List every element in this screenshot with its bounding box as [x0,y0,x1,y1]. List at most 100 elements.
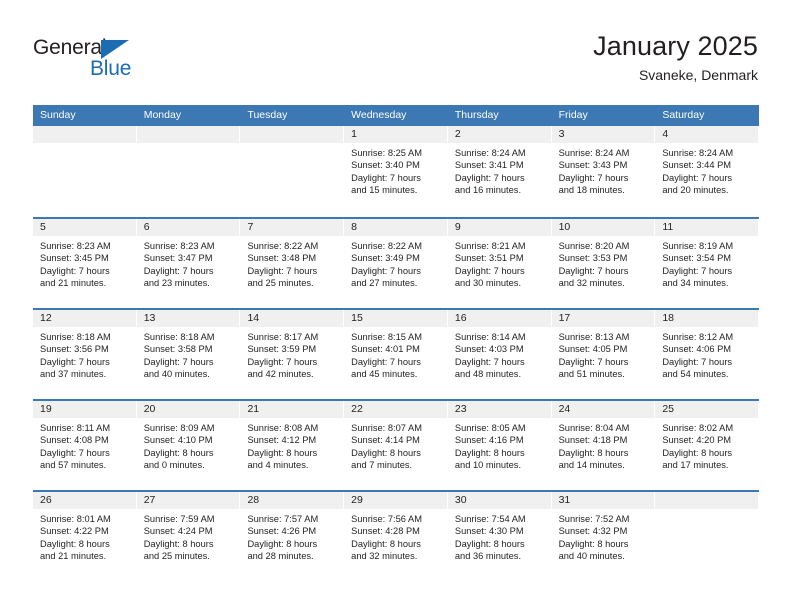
week-row: 26 Sunrise: 8:01 AM Sunset: 4:22 PM Dayligh… [33,490,760,581]
day-number: 5 [33,219,136,236]
daylight-text: Daylight: 8 hours [143,447,214,458]
week-row: 1 Sunrise: 8:25 AM Sunset: 3:40 PM Daylight… [33,126,760,217]
sunset-text: Sunset: 3:56 PM [40,344,109,355]
sunset-text: Sunset: 3:48 PM [247,253,317,264]
day-details: Sunrise: 8:04 AM Sunset: 4:18 PM Daylight:… [552,418,655,472]
sunrise-text: Sunrise: 8:25 AM [351,148,422,158]
day-cell[interactable]: 3 Sunrise: 8:24 AM Sunset: 3:43 PM Daylight… [551,126,656,217]
daylight-text: Daylight: 8 hours [351,447,421,458]
daylight-text: and 21 minutes. [40,551,107,562]
sunrise-text: Sunrise: 8:24 AM [454,148,526,158]
day-number: 30 [447,492,551,509]
day-details: Sunrise: 8:24 AM Sunset: 3:41 PM Daylight:… [448,143,551,197]
day-cell[interactable]: 20 Sunrise: 8:09 AM Sunset: 4:10 PM Dayligh… [136,401,241,490]
sunrise-text: Sunrise: 7:57 AM [247,514,319,524]
sunrise-text: Sunrise: 8:22 AM [247,241,319,251]
day-cell-empty [33,126,137,217]
daylight-text: and 25 minutes. [143,551,210,562]
daylight-text: Daylight: 8 hours [351,538,421,549]
day-cell[interactable]: 15 Sunrise: 8:15 AM Sunset: 4:01 PM Dayligh… [344,310,448,399]
sunrise-text: Sunrise: 8:15 AM [351,332,422,342]
day-number: 13 [136,310,240,327]
day-number [240,126,344,143]
sunrise-text: Sunrise: 8:24 AM [662,148,734,158]
sunrise-text: Sunrise: 8:13 AM [558,332,630,342]
day-cell[interactable]: 16 Sunrise: 8:14 AM Sunset: 4:03 PM Dayligh… [447,310,552,399]
day-cell[interactable]: 9 Sunrise: 8:21 AM Sunset: 3:51 PM Daylight… [447,219,552,308]
day-cell[interactable]: 30 Sunrise: 7:54 AM Sunset: 4:30 PM Dayligh… [447,492,552,581]
day-number: 4 [655,126,759,143]
day-details: Sunrise: 8:14 AM Sunset: 4:03 PM Daylight:… [448,327,551,381]
sunset-text: Sunset: 3:40 PM [351,160,420,171]
daylight-text: Daylight: 7 hours [662,356,733,367]
day-cell[interactable]: 10 Sunrise: 8:20 AM Sunset: 3:53 PM Dayligh… [551,219,656,308]
sunrise-text: Sunrise: 8:08 AM [247,423,319,433]
daylight-text: and 15 minutes. [351,185,418,196]
daylight-text: and 48 minutes. [454,369,522,380]
day-details: Sunrise: 8:22 AM Sunset: 3:48 PM Daylight:… [240,236,343,290]
day-details: Sunrise: 8:11 AM Sunset: 4:08 PM Daylight:… [33,418,136,472]
daylight-text: Daylight: 7 hours [662,265,733,276]
sunrise-text: Sunrise: 8:23 AM [40,241,111,251]
day-cell[interactable]: 7 Sunrise: 8:22 AM Sunset: 3:48 PM Daylight… [240,219,345,308]
sunrise-text: Sunrise: 7:59 AM [143,514,215,524]
general-blue-logo: General Blue [33,36,163,82]
day-cell[interactable]: 27 Sunrise: 7:59 AM Sunset: 4:24 PM Dayligh… [136,492,241,581]
day-cell[interactable]: 18 Sunrise: 8:12 AM Sunset: 4:06 PM Dayligh… [655,310,760,399]
day-cell[interactable]: 29 Sunrise: 7:56 AM Sunset: 4:28 PM Dayligh… [344,492,448,581]
day-cell[interactable]: 2 Sunrise: 8:24 AM Sunset: 3:41 PM Daylight… [447,126,552,217]
day-cell[interactable]: 28 Sunrise: 7:57 AM Sunset: 4:26 PM Dayligh… [240,492,345,581]
day-cell[interactable]: 5 Sunrise: 8:23 AM Sunset: 3:45 PM Daylight… [33,219,137,308]
day-cell[interactable]: 19 Sunrise: 8:11 AM Sunset: 4:08 PM Dayligh… [33,401,137,490]
daylight-text: Daylight: 7 hours [558,356,629,367]
day-cell[interactable]: 31 Sunrise: 7:52 AM Sunset: 4:32 PM Dayligh… [551,492,656,581]
daylight-text: and 10 minutes. [454,460,522,471]
day-cell[interactable]: 24 Sunrise: 8:04 AM Sunset: 4:18 PM Dayligh… [551,401,656,490]
day-cell[interactable]: 22 Sunrise: 8:07 AM Sunset: 4:14 PM Dayligh… [344,401,448,490]
day-details: Sunrise: 8:19 AM Sunset: 3:54 PM Daylight:… [655,236,758,290]
day-details: Sunrise: 8:20 AM Sunset: 3:53 PM Daylight:… [552,236,655,290]
sunset-text: Sunset: 4:03 PM [454,344,524,355]
week-row: 19 Sunrise: 8:11 AM Sunset: 4:08 PM Dayligh… [33,399,760,490]
day-details: Sunrise: 7:56 AM Sunset: 4:28 PM Daylight:… [344,509,447,563]
daylight-text: Daylight: 7 hours [40,265,110,276]
weekday-wednesday: Wednesday [351,109,407,121]
daylight-text: Daylight: 7 hours [40,356,110,367]
daylight-text: and 37 minutes. [40,369,107,380]
week-row: 5 Sunrise: 8:23 AM Sunset: 3:45 PM Daylight… [33,217,760,308]
sunset-text: Sunset: 4:28 PM [351,526,420,537]
weekday-saturday: Saturday [662,109,705,121]
daylight-text: Daylight: 7 hours [351,265,421,276]
day-details: Sunrise: 7:57 AM Sunset: 4:26 PM Daylight:… [240,509,343,563]
week-row: 12 Sunrise: 8:18 AM Sunset: 3:56 PM Dayligh… [33,308,760,399]
day-number: 3 [551,126,655,143]
day-cell[interactable]: 6 Sunrise: 8:23 AM Sunset: 3:47 PM Daylight… [136,219,241,308]
sunrise-text: Sunrise: 8:11 AM [40,423,111,433]
day-number: 22 [344,401,447,418]
day-cell[interactable]: 25 Sunrise: 8:02 AM Sunset: 4:20 PM Dayligh… [655,401,760,490]
day-number: 11 [655,219,759,236]
daylight-text: Daylight: 8 hours [662,447,733,458]
sunrise-text: Sunrise: 8:14 AM [454,332,526,342]
day-cell[interactable]: 14 Sunrise: 8:17 AM Sunset: 3:59 PM Dayligh… [240,310,345,399]
day-number: 27 [136,492,240,509]
day-cell[interactable]: 23 Sunrise: 8:05 AM Sunset: 4:16 PM Dayligh… [447,401,552,490]
day-cell[interactable]: 1 Sunrise: 8:25 AM Sunset: 3:40 PM Daylight… [344,126,448,217]
day-cell[interactable]: 4 Sunrise: 8:24 AM Sunset: 3:44 PM Daylight… [655,126,760,217]
day-cell[interactable]: 11 Sunrise: 8:19 AM Sunset: 3:54 PM Dayligh… [655,219,760,308]
sunset-text: Sunset: 4:26 PM [247,526,317,537]
sunset-text: Sunset: 3:47 PM [143,253,213,264]
daylight-text: and 17 minutes. [662,460,729,471]
sunset-text: Sunset: 3:45 PM [40,253,109,264]
daylight-text: Daylight: 7 hours [454,265,525,276]
daylight-text: Daylight: 7 hours [454,356,525,367]
sunrise-text: Sunrise: 8:20 AM [558,241,630,251]
logo-text-blue: Blue [90,57,132,80]
day-cell[interactable]: 12 Sunrise: 8:18 AM Sunset: 3:56 PM Dayligh… [33,310,137,399]
page-title: January 2025 [593,31,758,61]
day-cell[interactable]: 21 Sunrise: 8:08 AM Sunset: 4:12 PM Dayligh… [240,401,345,490]
day-cell[interactable]: 17 Sunrise: 8:13 AM Sunset: 4:05 PM Dayligh… [551,310,656,399]
day-cell[interactable]: 8 Sunrise: 8:22 AM Sunset: 3:49 PM Daylight… [344,219,448,308]
day-cell[interactable]: 13 Sunrise: 8:18 AM Sunset: 3:58 PM Dayligh… [136,310,241,399]
day-cell[interactable]: 26 Sunrise: 8:01 AM Sunset: 4:22 PM Dayligh… [33,492,137,581]
